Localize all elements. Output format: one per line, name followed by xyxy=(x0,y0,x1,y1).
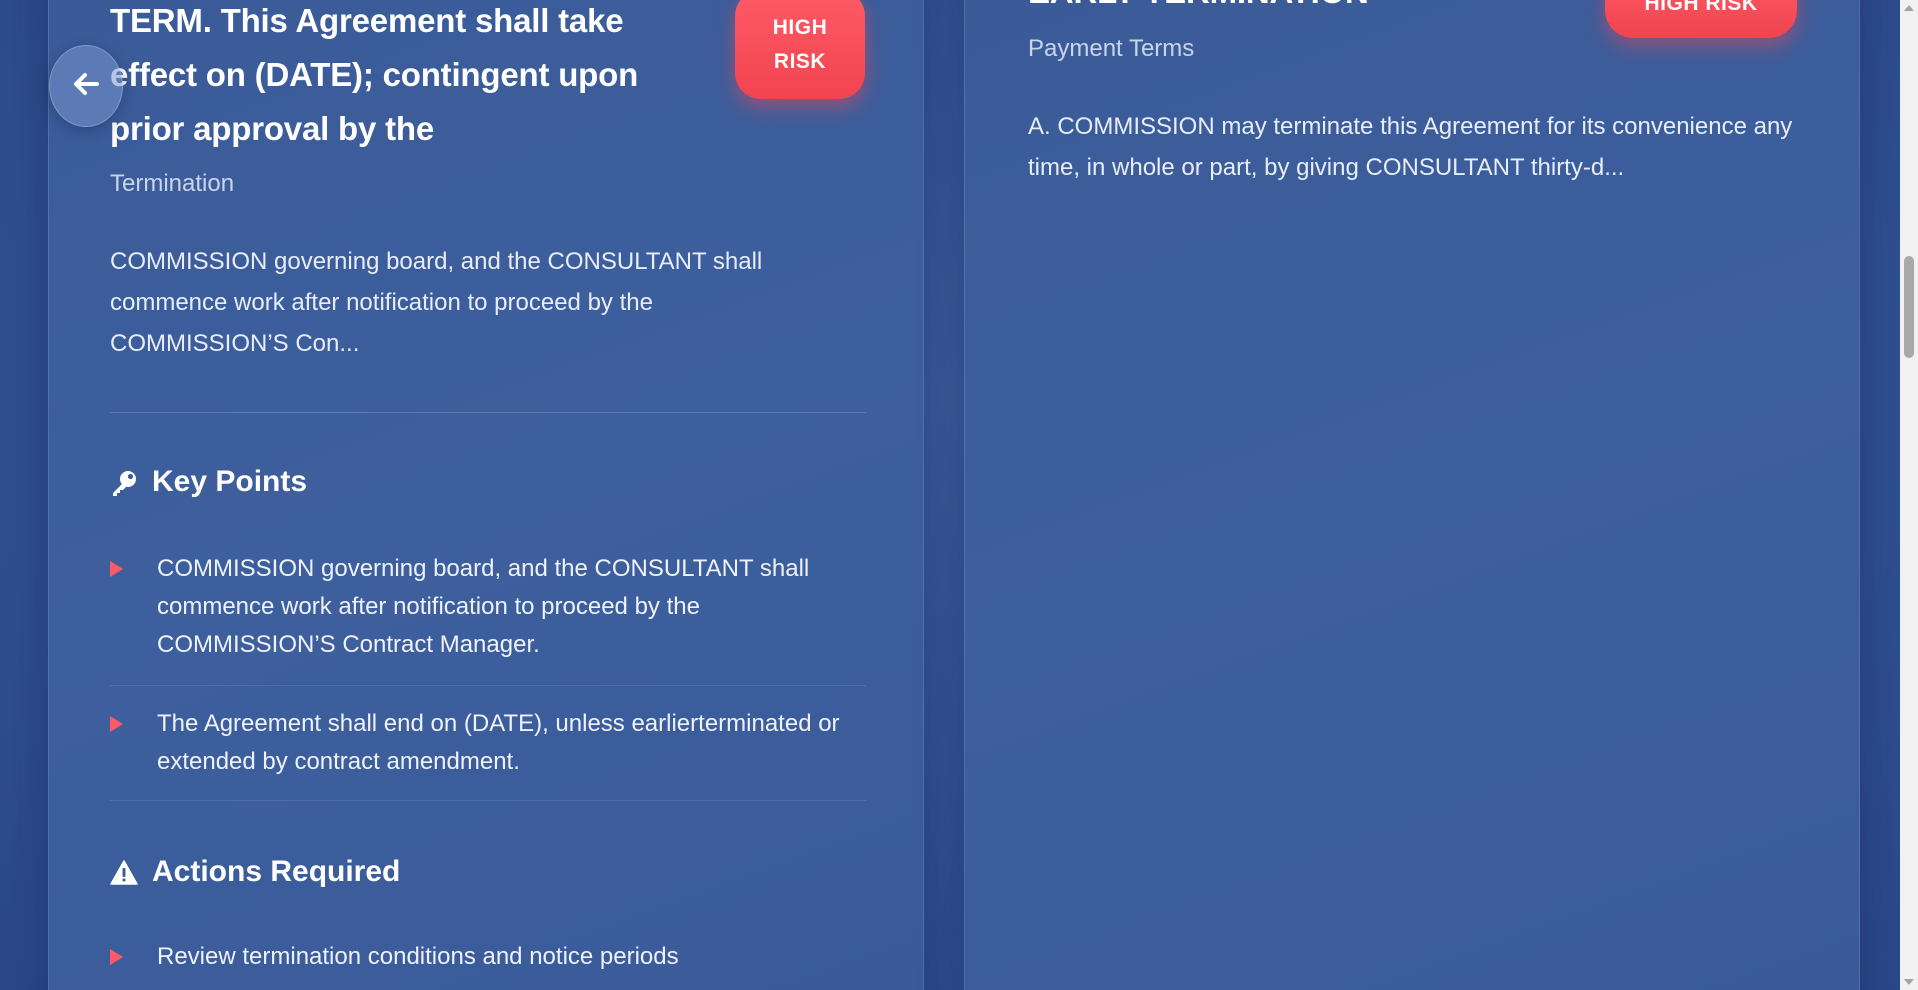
vertical-scrollbar[interactable] xyxy=(1900,0,1918,990)
risk-badge: HIGH RISK xyxy=(735,0,865,99)
risk-badge: HIGH RISK xyxy=(1605,0,1797,38)
scroll-down-icon[interactable] xyxy=(1904,979,1914,985)
warning-icon xyxy=(110,858,138,886)
risk-badge-label-line: HIGH xyxy=(772,15,828,39)
key-point-text: The Agreement shall end on (DATE), unles… xyxy=(157,710,840,775)
back-button[interactable] xyxy=(49,45,123,127)
clause-title: TERM. This Agreement shall take effect o… xyxy=(110,0,730,156)
clause-title: EARLY TERMINATION xyxy=(1028,0,1369,19)
clause-category: Payment Terms xyxy=(1028,35,1195,62)
actions-required-heading-label: Actions Required xyxy=(152,855,401,888)
clause-title-line: effect on (DATE); contingent upon xyxy=(110,56,639,93)
arrow-left-icon xyxy=(71,69,101,104)
item-divider xyxy=(110,800,866,801)
item-divider xyxy=(110,685,866,686)
scrollbar-thumb[interactable] xyxy=(1904,256,1914,358)
risk-badge-label-line: RISK xyxy=(773,49,827,73)
clause-title-line: prior approval by the xyxy=(110,110,435,147)
key-points-heading-label: Key Points xyxy=(152,465,308,498)
section-divider xyxy=(110,412,866,413)
key-point-item: The Agreement shall end on (DATE), unles… xyxy=(110,705,880,785)
clause-excerpt: COMMISSION governing board, and the CONS… xyxy=(110,248,763,357)
bullet-arrow-icon xyxy=(110,716,123,732)
clause-category: Termination xyxy=(110,170,235,197)
scroll-up-icon[interactable] xyxy=(1904,5,1914,11)
actions-required-heading: Actions Required xyxy=(110,852,400,892)
key-point-item: COMMISSION governing board, and the CONS… xyxy=(110,550,880,670)
clause-excerpt: A. COMMISSION may terminate this Agreeme… xyxy=(1028,113,1793,181)
clause-title-line: TERM. This Agreement shall take xyxy=(110,2,624,39)
bullet-arrow-icon xyxy=(110,561,123,577)
action-item: Review termination conditions and notice… xyxy=(110,938,880,978)
bullet-arrow-icon xyxy=(110,949,123,965)
action-item-text: Review termination conditions and notice… xyxy=(157,943,679,970)
key-points-heading: Key Points xyxy=(110,462,307,502)
main-viewport: TERM. This Agreement shall take effect o… xyxy=(0,0,1900,990)
key-icon xyxy=(110,468,138,496)
key-point-text: COMMISSION governing board, and the CONS… xyxy=(157,555,810,658)
